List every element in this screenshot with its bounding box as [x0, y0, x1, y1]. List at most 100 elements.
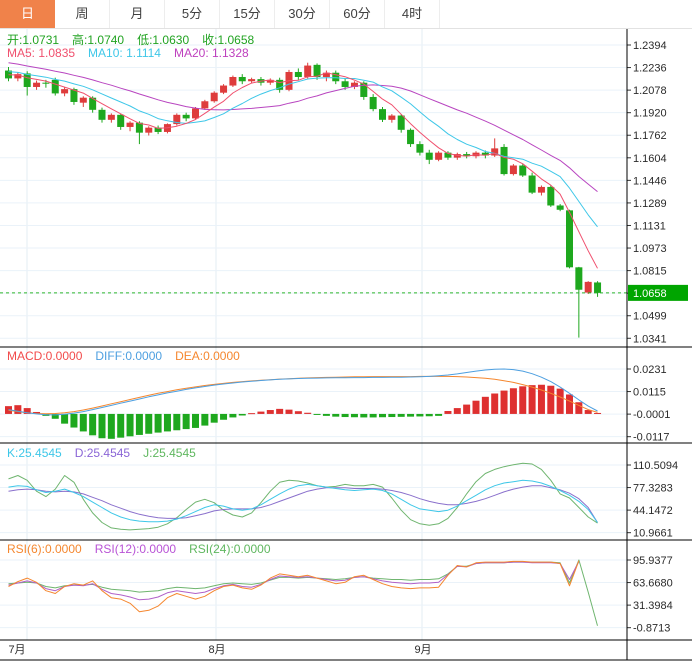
candle-body — [80, 98, 87, 103]
svg-text:1.1131: 1.1131 — [633, 220, 666, 232]
candle-body — [501, 147, 508, 174]
macd-histogram-bar — [239, 414, 246, 416]
svg-text:95.9377: 95.9377 — [633, 555, 673, 567]
macd-histogram-bar — [379, 414, 386, 417]
rsi6-line — [9, 561, 579, 612]
diff-value: DIFF:0.0000 — [95, 349, 162, 363]
svg-text:0.0231: 0.0231 — [633, 364, 667, 376]
macd-histogram-bar — [566, 394, 573, 413]
macd-histogram-bar — [426, 414, 433, 416]
tab-60min[interactable]: 60分 — [330, 0, 385, 28]
candle-body — [183, 115, 190, 119]
macd-value: MACD:0.0000 — [7, 349, 82, 363]
macd-histogram-bar — [557, 389, 564, 414]
macd-histogram-bar — [80, 414, 87, 432]
current-price-badge: 1.0658 — [628, 285, 688, 301]
y-axis-labels: 1.23941.22361.20781.19201.17621.16041.14… — [627, 40, 678, 635]
svg-text:1.2394: 1.2394 — [633, 40, 667, 52]
candle-body — [519, 166, 526, 176]
chart-canvas[interactable]: 1.23941.22361.20781.19201.17621.16041.14… — [0, 0, 692, 670]
ma5-value: MA5: 1.0835 — [7, 46, 75, 60]
candlesticks — [5, 63, 601, 338]
candle-body — [295, 72, 302, 77]
macd-histogram-bar — [510, 388, 517, 414]
tab-4hour[interactable]: 4时 — [385, 0, 440, 28]
svg-text:-0.8713: -0.8713 — [633, 623, 670, 635]
macd-histogram-bar — [482, 397, 489, 414]
tab-30min[interactable]: 30分 — [275, 0, 330, 28]
macd-histogram-bar — [529, 385, 536, 414]
tab-5min[interactable]: 5分 — [165, 0, 220, 28]
svg-text:1.0658: 1.0658 — [633, 288, 667, 300]
candle-body — [192, 108, 199, 118]
candle-body — [117, 115, 124, 127]
svg-text:1.1289: 1.1289 — [633, 198, 667, 210]
low-value: 低:1.0630 — [137, 33, 189, 47]
candle-body — [379, 109, 386, 120]
candle-body — [52, 80, 59, 94]
svg-text:10.9661: 10.9661 — [633, 528, 673, 540]
macd-histogram-bar — [99, 414, 106, 438]
candle-body — [416, 144, 423, 153]
macd-histogram-bar — [267, 410, 274, 414]
dea-value: DEA:0.0000 — [175, 349, 240, 363]
candle-body — [426, 153, 433, 160]
period-tabbar: 日 周 月 5分 15分 30分 60分 4时 — [0, 0, 692, 29]
macd-histogram-bar — [388, 414, 395, 417]
svg-text:1.2236: 1.2236 — [633, 63, 667, 75]
ma-legend: MA5: 1.0835MA10: 1.1114MA20: 1.1328 — [7, 46, 262, 60]
candle-body — [538, 187, 545, 193]
candle-body — [239, 77, 246, 81]
macd-histogram-bar — [342, 414, 349, 417]
rsi24-line — [9, 560, 598, 626]
candle-body — [557, 205, 564, 209]
svg-text:1.1446: 1.1446 — [633, 175, 667, 187]
macd-histogram-bar — [127, 414, 134, 436]
candle-body — [42, 83, 49, 84]
macd-histogram-bar — [276, 409, 283, 414]
rsi24-value: RSI(24):0.0000 — [189, 542, 270, 556]
candle-body — [229, 77, 236, 86]
kdj-panel — [9, 463, 598, 530]
dea-line — [9, 376, 598, 413]
macd-histogram-bar — [61, 414, 68, 424]
frame-lines — [0, 28, 692, 660]
open-value: 开:1.0731 — [7, 33, 59, 47]
ma-lines — [9, 63, 598, 269]
candle-body — [407, 130, 414, 144]
svg-text:1.0973: 1.0973 — [633, 243, 667, 255]
d-value: D:25.4545 — [75, 446, 130, 460]
kdj-legend: K:25.4545D:25.4545J:25.4545 — [7, 446, 209, 460]
ma20-value: MA20: 1.1328 — [174, 46, 249, 60]
macd-histogram-bar — [547, 386, 554, 414]
macd-histogram-bar — [155, 414, 162, 433]
macd-histogram-bar — [304, 413, 311, 414]
macd-histogram-bar — [398, 414, 405, 417]
candle-body — [201, 101, 208, 108]
tab-day[interactable]: 日 — [0, 0, 55, 28]
candle-body — [510, 166, 517, 175]
rsi6-value: RSI(6):0.0000 — [7, 542, 82, 556]
macd-histogram-bar — [248, 413, 255, 414]
macd-histogram-bar — [173, 414, 180, 430]
svg-text:44.1472: 44.1472 — [633, 505, 673, 517]
tab-month[interactable]: 月 — [110, 0, 165, 28]
tab-week[interactable]: 周 — [55, 0, 110, 28]
candle-body — [24, 73, 31, 87]
candle-body — [566, 210, 573, 267]
j-line — [9, 463, 598, 530]
svg-text:-0.0001: -0.0001 — [633, 409, 670, 421]
candle-body — [145, 128, 152, 133]
macd-histogram-bar — [351, 414, 358, 417]
svg-text:1.1604: 1.1604 — [633, 153, 667, 165]
svg-text:1.2078: 1.2078 — [633, 85, 667, 97]
macd-histogram-bar — [192, 414, 199, 428]
candle-body — [342, 81, 349, 87]
rsi12-value: RSI(12):0.0000 — [95, 542, 176, 556]
macd-histogram-bar — [501, 391, 508, 414]
svg-text:8月: 8月 — [208, 644, 225, 656]
macd-histogram-bar — [454, 408, 461, 414]
tab-15min[interactable]: 15分 — [220, 0, 275, 28]
macd-histogram-bar — [14, 405, 21, 414]
candle-body — [304, 66, 311, 77]
